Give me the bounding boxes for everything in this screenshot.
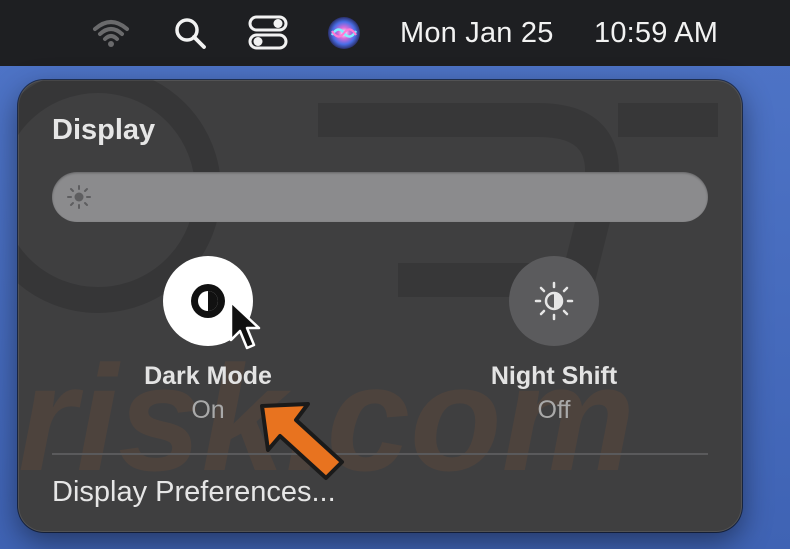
night-shift-toggle[interactable]: Night Shift Off: [474, 256, 634, 436]
mouse-cursor-icon: [229, 300, 261, 350]
menubar-time[interactable]: 10:59 AM: [594, 0, 718, 66]
menubar-date[interactable]: Mon Jan 25: [400, 0, 554, 66]
annotation-arrow-icon: [260, 402, 344, 480]
night-shift-label: Night Shift: [490, 362, 618, 390]
panel-title: Display: [52, 114, 156, 146]
night-shift-icon: [534, 281, 574, 321]
siri-icon[interactable]: [324, 0, 364, 66]
menu-bar: Mon Jan 25 10:59 AM: [0, 0, 790, 66]
night-shift-state: Off: [537, 396, 571, 424]
dark-mode-label: Dark Mode: [144, 362, 272, 390]
night-shift-button[interactable]: [509, 256, 599, 346]
search-icon[interactable]: [170, 0, 210, 66]
brightness-slider[interactable]: [52, 172, 708, 222]
display-panel: risk.com Display Dark Mode On Night Shif…: [18, 80, 742, 532]
divider: [52, 453, 708, 455]
wifi-icon[interactable]: [88, 0, 134, 66]
sun-icon: [67, 185, 91, 209]
control-center-icon[interactable]: [246, 0, 290, 66]
dark-mode-icon: [191, 284, 225, 318]
